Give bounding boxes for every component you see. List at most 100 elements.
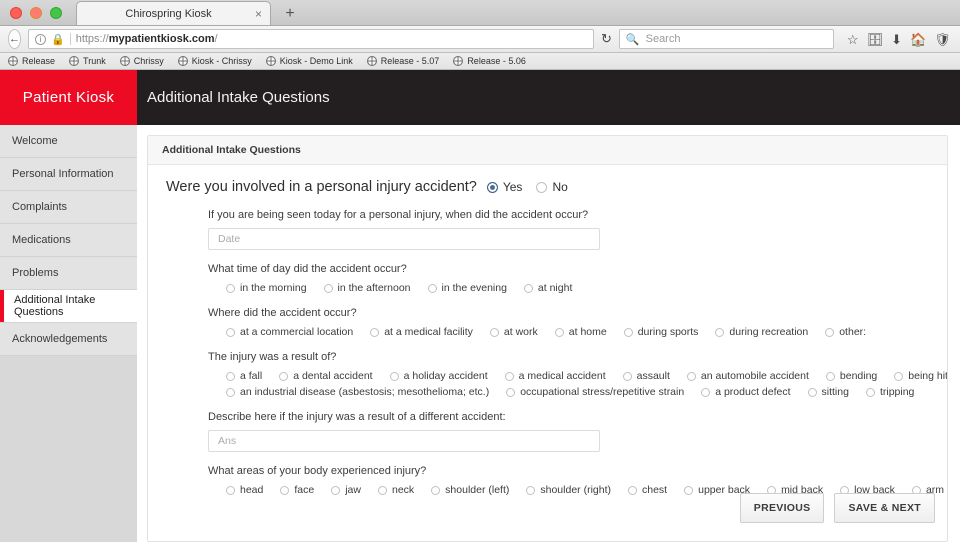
bookmark-item[interactable]: Release - 5.07	[366, 56, 440, 66]
home-icon[interactable]: 🏠	[910, 33, 926, 46]
radio-label: during sports	[637, 326, 699, 338]
tab-title: Chirospring Kiosk	[125, 7, 212, 20]
radio-option-industrial-disease[interactable]: an industrial disease (asbestosis; mesot…	[226, 386, 489, 398]
sidebar-item-complaints[interactable]: Complaints	[0, 191, 137, 224]
previous-button[interactable]: PREVIOUS	[739, 493, 825, 523]
sidebar-item-medications[interactable]: Medications	[0, 224, 137, 257]
bookmark-item[interactable]: Trunk	[69, 56, 106, 66]
reload-icon[interactable]: ↻	[601, 29, 612, 49]
radio-option-face[interactable]: face	[280, 484, 314, 496]
radio-label: other:	[839, 326, 867, 338]
back-icon[interactable]: ←	[8, 29, 21, 49]
sidebar-nav: Welcome Personal Information Complaints …	[0, 125, 137, 356]
radio-icon	[526, 485, 536, 495]
star-icon[interactable]: ☆	[847, 33, 859, 46]
globe-icon	[453, 56, 464, 66]
radio-option-shoulder-left[interactable]: shoulder (left)	[431, 484, 509, 496]
radio-option-yes[interactable]: Yes	[486, 180, 522, 194]
download-icon[interactable]: ⬇	[891, 33, 902, 46]
intake-card: Additional Intake Questions Were you inv…	[147, 135, 948, 542]
radio-option-during-sports[interactable]: during sports	[623, 326, 699, 338]
radio-option-medical-accident[interactable]: a medical accident	[504, 370, 606, 382]
sidebar-item-welcome[interactable]: Welcome	[0, 125, 137, 158]
radio-option-neck[interactable]: neck	[377, 484, 414, 496]
sidebar-item-label: Welcome	[12, 135, 58, 147]
radio-label: a dental accident	[293, 370, 373, 382]
bookmark-item[interactable]: Kiosk - Chrissy	[177, 56, 252, 66]
radio-icon	[684, 485, 694, 495]
radio-option-at-home[interactable]: at home	[554, 326, 607, 338]
search-box[interactable]: 🔍 Search	[618, 29, 834, 49]
radio-option-dental-accident[interactable]: a dental accident	[279, 370, 373, 382]
question-label: If you are being seen today for a person…	[208, 209, 589, 221]
radio-option-no[interactable]: No	[536, 180, 568, 194]
radio-option-at-work[interactable]: at work	[489, 326, 538, 338]
radio-option-automobile-accident[interactable]: an automobile accident	[686, 370, 809, 382]
radio-option-night[interactable]: at night	[523, 282, 572, 294]
close-tab-icon[interactable]: ×	[255, 8, 262, 20]
radio-label: face	[294, 484, 315, 496]
radio-label: in the evening	[441, 282, 507, 294]
radio-option-sitting[interactable]: sitting	[807, 386, 849, 398]
radio-option-medical-facility[interactable]: at a medical facility	[370, 326, 473, 338]
radio-label: tripping	[879, 386, 915, 398]
bookmark-label: Release - 5.07	[380, 56, 440, 66]
page-title: Additional Intake Questions	[137, 70, 960, 125]
library-icon[interactable]: 🗄	[867, 33, 884, 46]
radio-option-product-defect[interactable]: a product defect	[701, 386, 791, 398]
sidebar-item-personal-information[interactable]: Personal Information	[0, 158, 137, 191]
sidebar-item-acknowledgements[interactable]: Acknowledgements	[0, 323, 137, 356]
page-info-icon[interactable]: i	[35, 33, 46, 45]
browser-tab[interactable]: Chirospring Kiosk ×	[76, 1, 271, 25]
url-path: /	[214, 33, 218, 45]
radio-option-chest[interactable]: chest	[628, 484, 667, 496]
new-tab-icon[interactable]: +	[281, 6, 299, 22]
globe-icon	[177, 56, 188, 66]
radio-icon	[825, 371, 835, 381]
radio-option-head[interactable]: head	[226, 484, 263, 496]
minimize-window-button[interactable]	[30, 7, 42, 19]
bookmarks-bar: Release Trunk Chrissy Kiosk - Chrissy Ki…	[0, 53, 960, 70]
address-bar[interactable]: i 🔒 https://mypatientkiosk.com/	[28, 29, 594, 49]
save-next-button[interactable]: SAVE & NEXT	[834, 493, 935, 523]
sidebar-item-additional-intake-questions[interactable]: Additional Intake Questions	[0, 290, 137, 323]
globe-icon	[119, 56, 130, 66]
radio-option-occupational-stress[interactable]: occupational stress/repetitive strain	[506, 386, 684, 398]
close-window-button[interactable]	[10, 7, 22, 19]
radio-option-tripping[interactable]: tripping	[865, 386, 915, 398]
bookmark-item[interactable]: Release - 5.06	[453, 56, 526, 66]
option-row: an industrial disease (asbestosis; mesot…	[208, 386, 929, 398]
radio-option-holiday-accident[interactable]: a holiday accident	[389, 370, 488, 382]
bookmark-label: Release - 5.06	[467, 56, 526, 66]
question-label: What areas of your body experienced inju…	[208, 465, 427, 477]
radio-icon	[506, 387, 516, 397]
radio-icon	[825, 327, 835, 337]
radio-icon	[370, 327, 380, 337]
radio-option-other[interactable]: other:	[825, 326, 866, 338]
other-accident-input[interactable]: Ans	[208, 430, 600, 452]
radio-icon	[622, 371, 632, 381]
radio-option-a-fall[interactable]: a fall	[226, 370, 262, 382]
radio-option-being-hit[interactable]: being hit	[894, 370, 947, 382]
globe-icon	[366, 56, 377, 66]
pocket-icon[interactable]: 🛡	[934, 33, 951, 46]
radio-icon	[377, 485, 387, 495]
radio-option-morning[interactable]: in the morning	[226, 282, 307, 294]
radio-label: during recreation	[729, 326, 809, 338]
radio-option-evening[interactable]: in the evening	[427, 282, 507, 294]
maximize-window-button[interactable]	[50, 7, 62, 19]
bookmark-item[interactable]: Chrissy	[119, 56, 164, 66]
accident-date-input[interactable]: Date	[208, 228, 600, 250]
radio-option-jaw[interactable]: jaw	[331, 484, 361, 496]
radio-icon	[715, 327, 725, 337]
search-placeholder: Search	[645, 33, 681, 45]
radio-option-bending[interactable]: bending	[825, 370, 877, 382]
radio-option-during-recreation[interactable]: during recreation	[715, 326, 808, 338]
radio-option-assault[interactable]: assault	[622, 370, 670, 382]
radio-option-shoulder-right[interactable]: shoulder (right)	[526, 484, 611, 496]
radio-option-afternoon[interactable]: in the afternoon	[323, 282, 411, 294]
radio-option-commercial-location[interactable]: at a commercial location	[226, 326, 353, 338]
sidebar-item-problems[interactable]: Problems	[0, 257, 137, 290]
bookmark-item[interactable]: Release	[8, 56, 55, 66]
bookmark-item[interactable]: Kiosk - Demo Link	[265, 56, 353, 66]
